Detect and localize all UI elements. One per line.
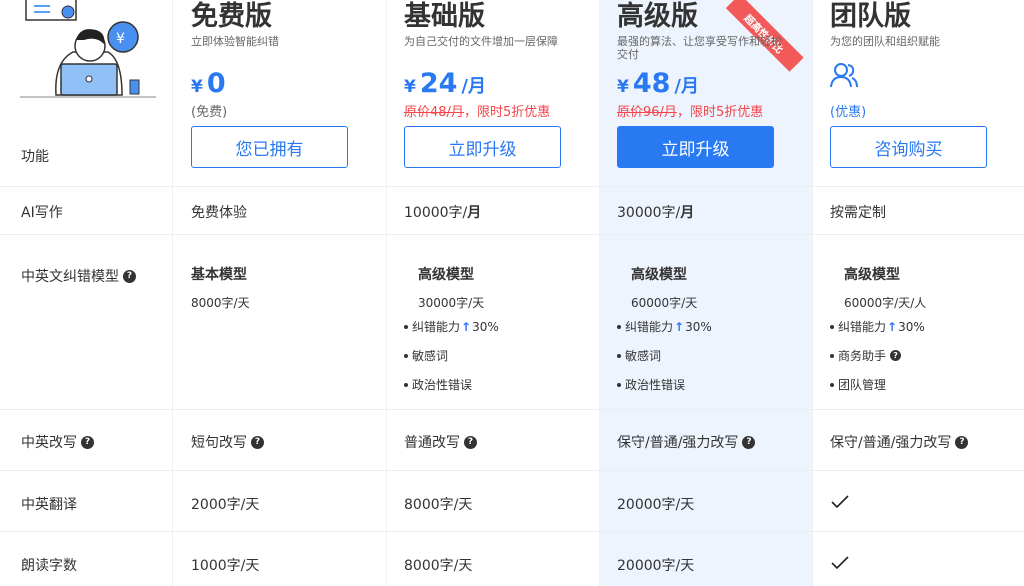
arrow-up-icon: ↑ (461, 319, 472, 334)
cell-value: 按需定制 (830, 205, 886, 221)
row-divider (0, 470, 1024, 471)
plan-desc: 为自己交付的文件增加一层保障 (404, 35, 558, 48)
row-label-ai-writing: AI写作 (21, 205, 63, 221)
plan-note: (优惠) (830, 105, 867, 120)
model-limit: 60000字/天 (631, 296, 698, 310)
model-name: 基本模型 (191, 267, 247, 283)
cell-value: 1000字/天 (191, 558, 260, 574)
features-header: 功能 (21, 149, 49, 165)
cell-value: 普通改写? (404, 432, 477, 452)
upgrade-premium-button[interactable]: 立即升级 (617, 126, 774, 168)
feature-list: 纠错能力 ↑ 30% 商务助手? 团队管理 (830, 318, 925, 393)
plan-desc: 最强的算法、让您享受写作和轻松交付 (617, 35, 782, 61)
plan-title: 团队版 (830, 1, 911, 32)
plan-title: 基础版 (404, 1, 485, 32)
help-icon[interactable]: ? (955, 435, 969, 449)
model-name: 高级模型 (418, 267, 474, 283)
row-divider (0, 531, 1024, 532)
cell-value: 2000字/天 (191, 497, 260, 513)
svg-text:¥: ¥ (116, 31, 125, 47)
people-icon (830, 63, 858, 88)
model-limit: 60000字/天/人 (844, 296, 927, 310)
model-limit: 8000字/天 (191, 296, 250, 310)
model-cell-premium: 高级模型 60000字/天 (631, 264, 697, 311)
cell-value: 30000字/月 (617, 205, 695, 221)
row-label-correction: 中英文纠错模型? (21, 266, 136, 286)
list-item: 敏感词 (617, 347, 712, 364)
cell-value: 20000字/天 (617, 558, 695, 574)
original-price: 原价48/月，限时5折优惠 (404, 105, 551, 120)
list-item: 政治性错误 (404, 376, 499, 393)
list-item: 团队管理 (830, 376, 925, 393)
list-item: 纠错能力 ↑ 30% (617, 318, 712, 335)
list-item: 政治性错误 (617, 376, 712, 393)
cell-value: 8000字/天 (404, 558, 473, 574)
check-icon (831, 556, 849, 570)
help-icon[interactable]: ? (81, 435, 94, 449)
row-label-read-aloud: 朗读字数 (21, 558, 77, 574)
plan-note: (免费) (191, 105, 228, 120)
cell-value: 保守/普通/强力改写? (830, 432, 969, 452)
plan-title: 高级版 (617, 1, 698, 32)
cell-value: 8000字/天 (404, 497, 473, 513)
model-name: 高级模型 (844, 267, 900, 283)
feature-list: 纠错能力 ↑ 30% 敏感词 政治性错误 (617, 318, 712, 393)
row-divider (0, 409, 1024, 410)
help-icon[interactable]: ? (742, 435, 756, 449)
list-item: 纠错能力 ↑ 30% (830, 318, 925, 335)
row-label-rewrite: 中英改写? (21, 432, 94, 452)
plan-price: ¥24/月 (404, 68, 486, 99)
owned-button[interactable]: 您已拥有 (191, 126, 348, 168)
check-icon (831, 495, 849, 509)
row-label-translate: 中英翻译 (21, 497, 77, 513)
help-icon[interactable]: ? (464, 435, 477, 449)
column-divider (386, 0, 387, 586)
model-name: 高级模型 (631, 267, 687, 283)
plan-desc: 为您的团队和组织赋能 (830, 35, 940, 48)
model-cell-basic: 高级模型 30000字/天 (418, 264, 484, 311)
cell-value: 免费体验 (191, 205, 247, 221)
column-divider (172, 0, 173, 586)
list-item: 敏感词 (404, 347, 499, 364)
cell-value: 20000字/天 (617, 497, 695, 513)
help-icon[interactable]: ? (251, 435, 264, 449)
arrow-up-icon: ↑ (674, 319, 685, 334)
cell-value: 10000字/月 (404, 205, 482, 221)
list-item: 纠错能力 ↑ 30% (404, 318, 499, 335)
arrow-up-icon: ↑ (887, 319, 898, 334)
help-icon[interactable]: ? (123, 269, 136, 283)
original-price: 原价96/月，限时5折优惠 (617, 105, 764, 120)
plan-price: ¥48/月 (617, 68, 699, 99)
plan-desc: 立即体验智能纠错 (191, 35, 279, 48)
help-icon[interactable]: ? (890, 350, 902, 361)
upgrade-basic-button[interactable]: 立即升级 (404, 126, 561, 168)
cell-value: 短句改写? (191, 432, 264, 452)
feature-list: 纠错能力 ↑ 30% 敏感词 政治性错误 (404, 318, 499, 393)
list-item: 商务助手? (830, 347, 925, 364)
model-cell-team: 高级模型 60000字/天/人 (844, 264, 926, 311)
plan-price: ¥0 (191, 68, 226, 99)
consult-buy-button[interactable]: 咨询购买 (830, 126, 987, 168)
row-divider (0, 234, 1024, 235)
model-cell-free: 基本模型 8000字/天 (191, 264, 250, 311)
column-divider (812, 0, 813, 586)
plan-title: 免费版 (191, 1, 272, 32)
illustration-person-laptop: ¥ (20, 0, 156, 98)
row-divider (0, 186, 1024, 187)
model-limit: 30000字/天 (418, 296, 485, 310)
cell-value: 保守/普通/强力改写? (617, 432, 756, 452)
